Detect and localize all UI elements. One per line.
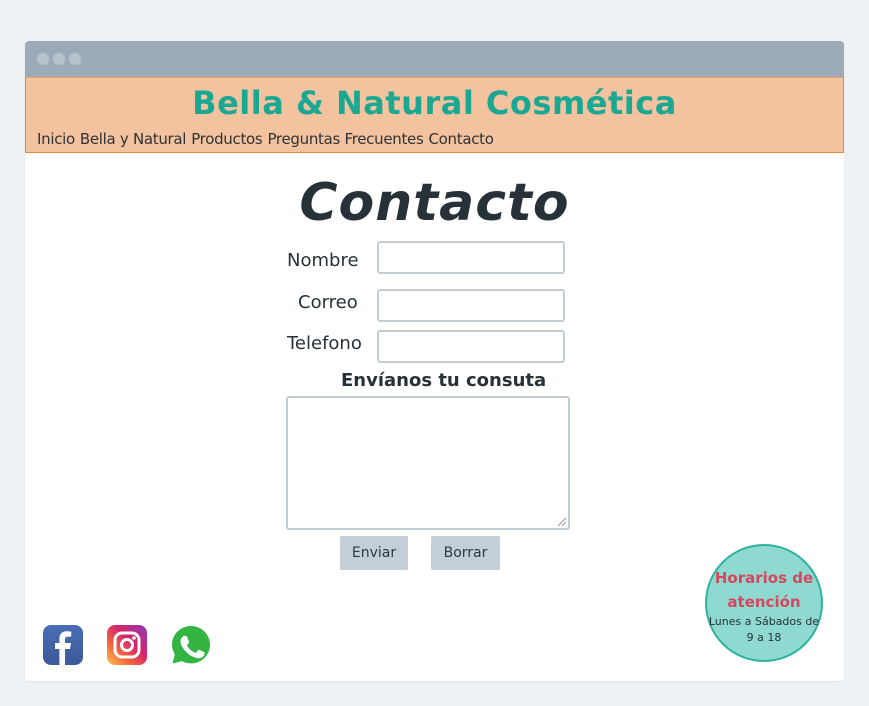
page-title: Contacto xyxy=(299,173,570,233)
hours-title: Horarios de atención xyxy=(714,569,814,611)
nav-item-contacto[interactable]: Contacto xyxy=(429,130,494,148)
borrar-button[interactable]: Borrar xyxy=(431,536,500,570)
telefono-input[interactable] xyxy=(377,330,565,363)
enviar-button[interactable]: Enviar xyxy=(340,536,408,570)
consulta-label: Envíanos tu consuta xyxy=(341,370,547,391)
window-dot[interactable] xyxy=(53,53,65,65)
consulta-textarea[interactable] xyxy=(286,396,570,530)
whatsapp-icon[interactable] xyxy=(171,625,211,665)
correo-label: Correo xyxy=(298,292,358,313)
instagram-icon[interactable] xyxy=(107,625,147,665)
nav-item-preguntas-frecuentes[interactable]: Preguntas Frecuentes xyxy=(267,130,423,148)
nav-item-bella-y-natural[interactable]: Bella y Natural xyxy=(80,130,187,148)
nombre-input[interactable] xyxy=(377,241,565,274)
main-nav: Inicio Bella y Natural Productos Preguntas … xyxy=(37,130,499,148)
hours-badge: Horarios de atención Lunes a Sábados de … xyxy=(705,544,823,662)
window-titlebar xyxy=(25,41,844,77)
nav-item-productos[interactable]: Productos xyxy=(191,130,263,148)
nav-item-inicio[interactable]: Inicio xyxy=(37,130,75,148)
facebook-icon[interactable] xyxy=(43,625,83,665)
window-dot[interactable] xyxy=(37,53,49,65)
nombre-label: Nombre xyxy=(287,250,359,271)
correo-input[interactable] xyxy=(377,289,565,322)
window-dot[interactable] xyxy=(69,53,81,65)
hours-text: Lunes a Sábados de 9 a 18 xyxy=(708,615,820,644)
site-header: Bella & Natural Cosmética Inicio Bella y … xyxy=(25,77,844,153)
resize-handle-icon[interactable] xyxy=(558,518,566,526)
telefono-label: Telefono xyxy=(287,333,362,354)
browser-window: Bella & Natural Cosmética Inicio Bella y … xyxy=(25,41,844,681)
site-title: Bella & Natural Cosmética xyxy=(192,84,677,122)
